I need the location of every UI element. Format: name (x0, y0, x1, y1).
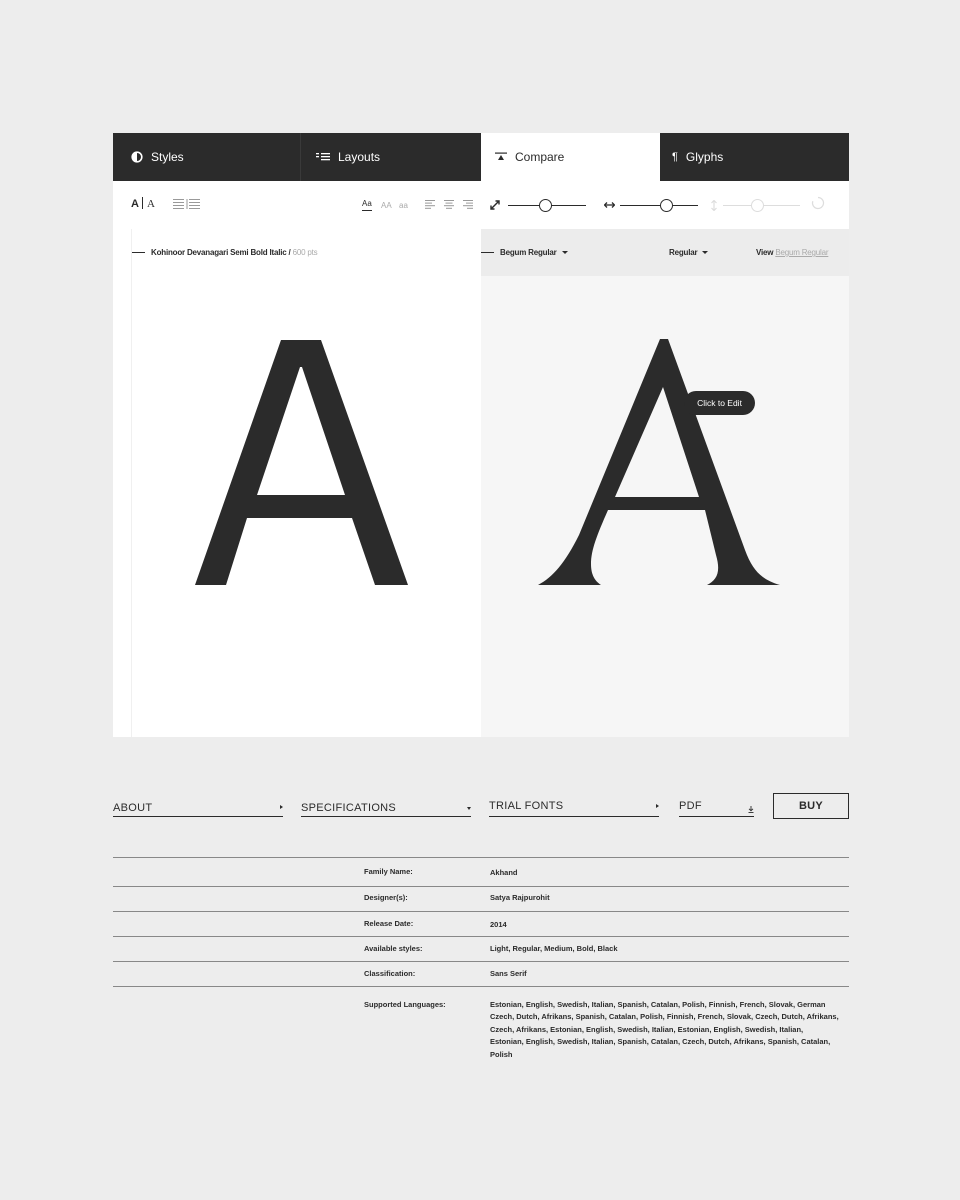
buy-label: BUY (798, 800, 824, 812)
dash-marker (132, 252, 145, 253)
align-center-button[interactable] (444, 181, 454, 229)
case-upper-button[interactable]: AA (381, 181, 392, 229)
styles-icon (131, 151, 143, 163)
classification-value: Sans Serif (490, 969, 527, 978)
download-icon (748, 804, 754, 816)
left-font-title: Kohinoor Devanagari Semi Bold Italic / 6… (132, 229, 318, 276)
chevron-right-icon (656, 804, 659, 808)
buy-button[interactable]: BUY (773, 793, 849, 819)
divider (113, 857, 849, 858)
align-left-icon (425, 196, 435, 214)
left-font-name: Kohinoor Devanagari Semi Bold Italic / (151, 248, 291, 257)
pilcrow-icon: ¶ (672, 151, 678, 163)
family-name-value: Akhand (490, 868, 518, 877)
release-date-value: 2014 (490, 920, 507, 929)
guide-line (131, 229, 132, 737)
supported-languages-label: Supported Languages: (364, 1000, 446, 1009)
right-preview-glyph[interactable] (535, 335, 785, 590)
view-label: View (756, 248, 774, 257)
tab-styles-label: Styles (151, 150, 184, 164)
tracking-icon (604, 181, 615, 229)
nav-specifications[interactable]: SPECIFICATIONS (301, 796, 471, 817)
nav-trial-fonts-label: TRIAL FONTS (489, 800, 564, 812)
chevron-down-icon (702, 251, 709, 254)
reset-icon (811, 196, 825, 215)
leading-slider[interactable] (723, 181, 800, 229)
font-compare-icon: AA (131, 196, 159, 215)
case-mixed-button[interactable]: Aa (362, 181, 372, 229)
tab-compare-label: Compare (515, 150, 565, 164)
available-styles-value: Light, Regular, Medium, Bold, Black (490, 944, 618, 953)
tab-layouts[interactable]: Layouts (301, 133, 481, 181)
chevron-down-icon (561, 251, 568, 254)
style-select-label: Regular (669, 248, 698, 257)
tracking-slider[interactable] (620, 181, 698, 229)
case-lower-button[interactable]: aa (399, 181, 408, 229)
reset-button[interactable] (811, 181, 825, 229)
tracking-slider-knob[interactable] (660, 199, 673, 212)
designer-value: Satya Rajpurohit (490, 893, 550, 902)
view-toggle: View Begum Regular (756, 229, 829, 276)
compare-icon (495, 152, 507, 162)
svg-text:A: A (147, 198, 155, 210)
align-left-button[interactable] (425, 181, 435, 229)
leading-icon (711, 181, 717, 229)
divider (113, 886, 849, 887)
font-compare-toggle[interactable]: AA (131, 181, 159, 229)
size-slider[interactable] (508, 181, 586, 229)
click-to-edit-tooltip[interactable]: Click to Edit (684, 391, 755, 415)
divider (113, 986, 849, 987)
left-preview-glyph[interactable] (190, 335, 415, 590)
designer-label: Designer(s): (364, 893, 408, 902)
svg-text:A: A (131, 198, 139, 210)
tab-compare[interactable]: Compare (481, 133, 660, 181)
toolbar: AA Aa AA aa (113, 181, 849, 229)
tab-glyphs-label: Glyphs (685, 150, 724, 164)
tab-glyphs[interactable]: ¶ Glyphs (660, 133, 849, 181)
columns-toggle[interactable] (173, 181, 201, 229)
layouts-icon (316, 152, 330, 162)
dash-marker (481, 252, 494, 253)
nav-pdf-label: PDF (679, 800, 702, 812)
left-font-size: 600 pts (292, 248, 318, 257)
nav-about[interactable]: ABOUT (113, 796, 283, 817)
tab-bar: Styles Layouts Compare ¶ Glyphs (113, 133, 849, 181)
chevron-down-icon (467, 807, 471, 810)
nav-trial-fonts[interactable]: TRIAL FONTS (489, 796, 659, 817)
tab-styles[interactable]: Styles (113, 133, 301, 181)
case-mixed-label: Aa (362, 199, 372, 211)
divider (113, 961, 849, 962)
release-date-label: Release Date: (364, 919, 414, 928)
align-center-icon (444, 196, 454, 214)
style-select-dropdown[interactable]: Regular (669, 229, 709, 276)
nav-specifications-label: SPECIFICATIONS (301, 802, 397, 814)
align-right-button[interactable] (463, 181, 473, 229)
tooltip-label: Click to Edit (697, 398, 742, 408)
divider (113, 911, 849, 912)
case-lower-label: aa (399, 200, 408, 210)
font-select-label: Begum Regular (500, 248, 557, 257)
language-line: Estonian, English, Swedish, Italian, Spa… (490, 1000, 826, 1009)
language-line: Czech, Dutch, Afrikans, Spanish, Catalan… (490, 1012, 839, 1022)
font-select-dropdown[interactable]: Begum Regular (481, 229, 568, 276)
divider (113, 936, 849, 937)
tab-layouts-label: Layouts (338, 150, 381, 164)
size-slider-knob[interactable] (539, 199, 552, 212)
case-upper-label: AA (381, 200, 392, 210)
chevron-right-icon (280, 805, 283, 809)
language-line: Estonian, English, Swedish, Italian, Spa… (490, 1037, 831, 1059)
view-link[interactable]: Begum Regular (775, 248, 828, 257)
align-right-icon (463, 196, 473, 214)
classification-label: Classification: (364, 969, 416, 978)
nav-pdf[interactable]: PDF (679, 796, 754, 817)
family-name-label: Family Name: (364, 867, 413, 876)
columns-icon (173, 196, 201, 214)
nav-about-label: ABOUT (113, 802, 153, 814)
leading-slider-knob[interactable] (751, 199, 764, 212)
available-styles-label: Available styles: (364, 944, 423, 953)
size-icon (490, 181, 500, 229)
supported-languages-value: Estonian, English, Swedish, Italian, Spa… (490, 999, 845, 1061)
language-line: Czech, Afrikans, Estonian, English, Swed… (490, 1024, 804, 1034)
